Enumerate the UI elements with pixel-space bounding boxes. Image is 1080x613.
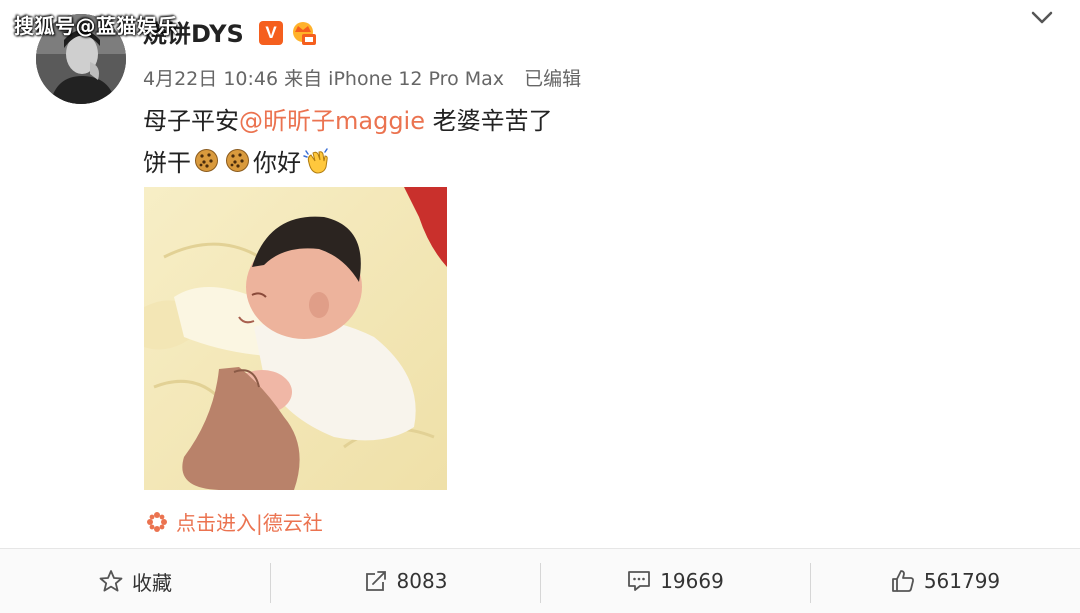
text-prefix: 母子平安 xyxy=(143,107,239,135)
post-text-line-2: 饼干 你好 xyxy=(143,143,331,178)
action-bar: 收藏 8083 19669 561799 xyxy=(0,549,1080,613)
post-source: 来自 iPhone 12 Pro Max xyxy=(284,68,505,90)
text-suffix: 你好 xyxy=(253,149,301,177)
thumbs-up-icon xyxy=(891,570,914,592)
topic-link-label[interactable]: 点击进入|德云社 xyxy=(176,507,323,536)
waving-hand-icon xyxy=(303,147,331,175)
post-date[interactable]: 4月22日 xyxy=(143,68,217,90)
favorite-button[interactable]: 收藏 xyxy=(0,549,270,613)
crown-badge-icon xyxy=(288,20,318,46)
post-meta: 4月22日 10:46 来自 iPhone 12 Pro Max 已编辑 xyxy=(143,64,581,91)
verified-badge-icon: V xyxy=(259,21,283,45)
topic-link[interactable]: 点击进入|德云社 xyxy=(146,507,323,536)
post-text-line-1: 母子平安@昕昕子maggie 老婆辛苦了 xyxy=(143,101,553,136)
text-suffix: 老婆辛苦了 xyxy=(425,107,553,135)
edited-label[interactable]: 已编辑 xyxy=(524,68,581,90)
link-flower-icon xyxy=(146,511,168,533)
like-count: 561799 xyxy=(923,569,1001,593)
favorite-label: 收藏 xyxy=(132,570,172,595)
repost-button[interactable]: 8083 xyxy=(270,549,540,613)
post-photo[interactable] xyxy=(144,187,447,490)
comment-button[interactable]: 19669 xyxy=(540,549,810,613)
repost-count: 8083 xyxy=(396,569,448,593)
comment-count: 19669 xyxy=(660,569,724,593)
watermark: 搜狐号@蓝猫娱乐 xyxy=(14,14,178,38)
cookie-emoji-icon xyxy=(225,148,250,173)
chevron-down-icon[interactable] xyxy=(1030,8,1054,28)
post-time[interactable]: 10:46 xyxy=(223,68,278,90)
repost-icon xyxy=(365,571,386,591)
star-icon xyxy=(99,570,123,592)
cookie-emoji-icon xyxy=(194,148,219,173)
mention-link[interactable]: @昕昕子maggie xyxy=(239,107,425,135)
like-button[interactable]: 561799 xyxy=(810,549,1080,613)
comment-icon xyxy=(628,571,651,591)
text-prefix: 饼干 xyxy=(143,149,191,177)
